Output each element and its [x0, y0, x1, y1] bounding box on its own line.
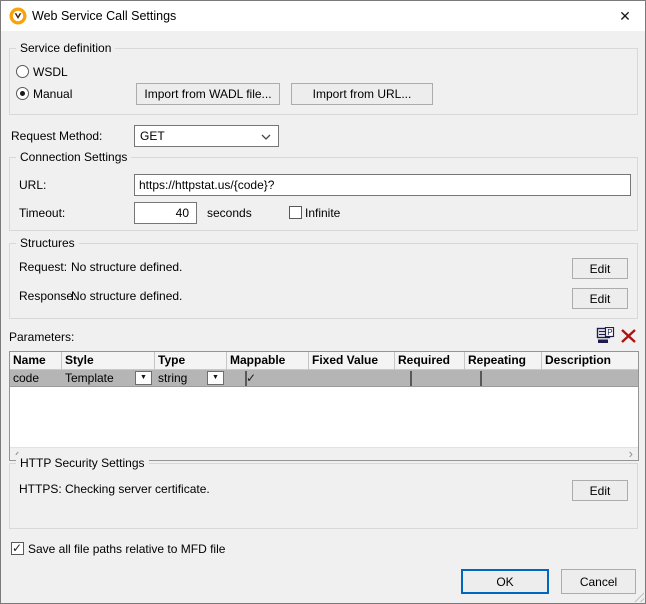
svg-text:P: P [607, 328, 612, 337]
timeout-label: Timeout: [19, 202, 65, 224]
title-bar: Web Service Call Settings ✕ [1, 1, 645, 31]
param-name-cell[interactable]: code [10, 370, 62, 386]
service-definition-legend: Service definition [16, 40, 115, 56]
type-dropdown-icon[interactable]: ▼ [207, 371, 224, 385]
save-paths-checkbox[interactable] [11, 542, 24, 555]
url-input[interactable] [134, 174, 631, 196]
structures-legend: Structures [16, 235, 79, 251]
request-edit-button[interactable]: Edit [572, 258, 628, 279]
infinite-checkbox-label[interactable]: Infinite [305, 202, 340, 224]
response-structure-label: Response: [19, 286, 76, 306]
param-required-cell [395, 370, 465, 386]
save-paths-label[interactable]: Save all file paths relative to MFD file [28, 541, 225, 557]
structures-group: Structures [9, 243, 638, 319]
param-style-value: Template [65, 371, 114, 385]
col-header-mappable[interactable]: Mappable [227, 352, 309, 369]
add-parameter-icon[interactable]: P [596, 327, 615, 344]
col-header-style[interactable]: Style [62, 352, 155, 369]
request-method-select[interactable]: GET [134, 125, 279, 147]
scroll-right-icon[interactable]: › [629, 448, 633, 461]
parameters-label: Parameters: [9, 330, 74, 344]
param-style-cell[interactable]: Template ▼ [62, 370, 155, 386]
wsdl-radio-label[interactable]: WSDL [33, 65, 68, 79]
request-structure-label: Request: [19, 257, 67, 277]
response-structure-value: No structure defined. [71, 286, 182, 306]
close-icon[interactable]: ✕ [605, 1, 645, 31]
import-url-button[interactable]: Import from URL... [291, 83, 433, 105]
repeating-checkbox[interactable] [480, 371, 482, 386]
url-label: URL: [19, 174, 46, 196]
delete-parameter-icon[interactable] [620, 328, 637, 344]
infinite-checkbox[interactable] [289, 206, 302, 219]
dialog-title: Web Service Call Settings [32, 1, 176, 31]
altova-mapforce-icon [9, 7, 27, 25]
manual-radio-label[interactable]: Manual [33, 87, 72, 101]
param-mappable-cell [227, 370, 309, 386]
mappable-checkbox[interactable] [245, 371, 247, 386]
param-description-cell[interactable] [542, 370, 638, 386]
timeout-input[interactable] [134, 202, 197, 224]
wsdl-radio[interactable] [16, 65, 29, 78]
connection-settings-legend: Connection Settings [16, 149, 131, 165]
parameters-table: Name Style Type Mappable Fixed Value Req… [9, 351, 639, 461]
param-repeating-cell [465, 370, 542, 386]
timeout-unit-label: seconds [207, 202, 252, 224]
https-status-text: HTTPS: Checking server certificate. [19, 479, 210, 499]
chevron-down-icon [261, 134, 271, 140]
col-header-repeating[interactable]: Repeating [465, 352, 542, 369]
request-method-value: GET [140, 126, 165, 146]
col-header-description[interactable]: Description [542, 352, 638, 369]
request-structure-value: No structure defined. [71, 257, 182, 277]
http-security-legend: HTTP Security Settings [16, 455, 149, 471]
parameter-row[interactable]: code Template ▼ string ▼ [10, 370, 638, 387]
request-method-label: Request Method: [11, 125, 102, 147]
col-header-required[interactable]: Required [395, 352, 465, 369]
param-type-cell[interactable]: string ▼ [155, 370, 227, 386]
web-service-call-settings-dialog: Web Service Call Settings ✕ Service defi… [0, 0, 646, 604]
col-header-type[interactable]: Type [155, 352, 227, 369]
param-fixed-value-cell[interactable] [309, 370, 395, 386]
col-header-fixed-value[interactable]: Fixed Value [309, 352, 395, 369]
style-dropdown-icon[interactable]: ▼ [135, 371, 152, 385]
manual-radio[interactable] [16, 87, 29, 100]
parameters-table-header: Name Style Type Mappable Fixed Value Req… [10, 352, 638, 370]
param-type-value: string [158, 371, 187, 385]
required-checkbox[interactable] [410, 371, 412, 386]
security-edit-button[interactable]: Edit [572, 480, 628, 501]
response-edit-button[interactable]: Edit [572, 288, 628, 309]
ok-button[interactable]: OK [461, 569, 549, 594]
cancel-button[interactable]: Cancel [561, 569, 636, 594]
import-wadl-button[interactable]: Import from WADL file... [136, 83, 280, 105]
col-header-name[interactable]: Name [10, 352, 62, 369]
